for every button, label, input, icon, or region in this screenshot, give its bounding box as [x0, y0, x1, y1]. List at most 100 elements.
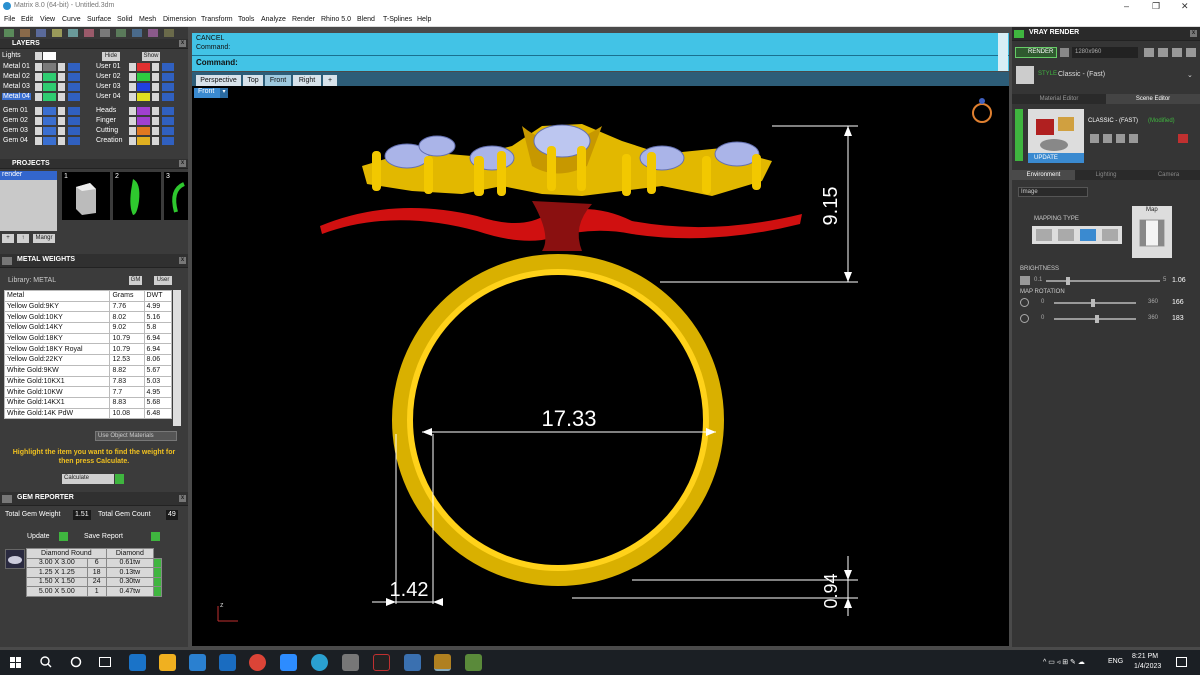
layer-color-swatch[interactable] [43, 93, 56, 101]
layer-visibility-toggle[interactable] [129, 63, 136, 71]
layer-name[interactable]: Gem 03 [2, 127, 29, 134]
windows-start-icon[interactable] [10, 657, 21, 668]
menu-blend[interactable]: Blend [357, 16, 375, 23]
matrix-icon[interactable] [434, 654, 451, 671]
layer-visibility-toggle[interactable] [129, 83, 136, 91]
layer-select-icon[interactable] [68, 93, 80, 101]
frame-icon[interactable] [1172, 48, 1182, 57]
settings-icon[interactable] [1186, 48, 1196, 57]
tab-environment[interactable]: Environment [1012, 170, 1075, 180]
layer-row[interactable]: Gem 02 Finger [0, 116, 188, 126]
mapping-flat-icon[interactable] [1036, 229, 1052, 241]
layer-visibility-toggle[interactable] [35, 93, 42, 101]
preset-tool-icon[interactable] [1103, 134, 1112, 143]
save-report-button[interactable]: Save Report [84, 533, 123, 540]
project-thumb-2[interactable]: 2 [113, 172, 161, 220]
layer-lock-toggle[interactable] [58, 83, 65, 91]
brightness-slider-knob[interactable] [1066, 277, 1070, 285]
close-icon[interactable]: x [1190, 30, 1197, 37]
layer-visibility-toggle[interactable] [35, 107, 42, 115]
column-header[interactable]: Grams [109, 290, 145, 302]
rotation-value-1[interactable]: 166 [1170, 298, 1186, 308]
menu-help[interactable]: Help [417, 16, 431, 23]
layer-name[interactable]: Creation [96, 137, 122, 144]
rotation-slider-1-knob[interactable] [1091, 299, 1095, 307]
project-thumb-3[interactable]: 3 [164, 172, 188, 220]
tab-top[interactable]: Top [243, 75, 263, 86]
search-icon[interactable] [40, 656, 52, 668]
save-go-icon[interactable] [151, 532, 160, 541]
layer-visibility-toggle[interactable] [35, 83, 42, 91]
preset-tool-icon[interactable] [1129, 134, 1138, 143]
table-scrollbar[interactable] [173, 290, 181, 426]
tab-scene-editor[interactable]: Scene Editor [1106, 94, 1200, 104]
layer-lock-toggle[interactable] [152, 137, 159, 145]
tool-icon[interactable] [20, 29, 30, 37]
tab-perspective[interactable]: Perspective [196, 75, 241, 86]
layer-lock-toggle[interactable] [58, 117, 65, 125]
clock-time[interactable]: 8:21 PM [1132, 653, 1158, 660]
layer-row[interactable]: Metal 01 User 01 [0, 62, 188, 72]
gm-button[interactable]: GM [129, 276, 142, 285]
command-prompt[interactable]: Command: [196, 58, 238, 67]
layer-select-icon[interactable] [162, 127, 174, 135]
manager-button[interactable]: Mangr [33, 234, 55, 243]
table-row[interactable]: Yellow Gold:14KY 9.02 5.8 [3, 322, 173, 334]
table-row[interactable]: White Gold:14K PdW 10.08 6.48 [3, 407, 173, 420]
app-icon[interactable] [311, 654, 328, 671]
layer-lock-toggle[interactable] [152, 83, 159, 91]
layer-color-swatch[interactable] [43, 107, 56, 115]
table-row[interactable]: Yellow Gold:18KY 10.79 6.94 [3, 332, 173, 345]
app-icon[interactable] [373, 654, 390, 671]
layer-lock-toggle[interactable] [152, 93, 159, 101]
layer-visibility-toggle[interactable] [35, 137, 42, 145]
close-icon[interactable]: x [179, 40, 186, 47]
layer-color-swatch[interactable] [137, 127, 150, 135]
render-button[interactable]: RENDER [1015, 47, 1057, 58]
layer-name[interactable]: Metal 03 [2, 83, 31, 90]
update-button[interactable]: Update [27, 533, 50, 540]
hide-button[interactable]: Hide [102, 52, 120, 61]
app-icon[interactable] [465, 654, 482, 671]
minimize-icon[interactable]: – [1124, 1, 1129, 11]
layer-lock-toggle[interactable] [152, 107, 159, 115]
row-go-icon[interactable] [153, 586, 162, 597]
layer-select-icon[interactable] [68, 83, 80, 91]
preset-tool-icon[interactable] [1090, 134, 1099, 143]
layer-select-icon[interactable] [162, 83, 174, 91]
chrome-icon[interactable] [249, 654, 266, 671]
tool-icon[interactable] [68, 29, 78, 37]
menu-tsplines[interactable]: T-Splines [383, 16, 412, 23]
layer-color-swatch[interactable] [43, 63, 56, 71]
layer-visibility-toggle[interactable] [129, 93, 136, 101]
table-row[interactable]: 5.00 X 5.00 1 0.47tw [26, 586, 162, 597]
layer-visibility-toggle[interactable] [35, 127, 42, 135]
layer-lock-toggle[interactable] [152, 117, 159, 125]
close-icon[interactable]: x [179, 495, 186, 502]
layer-visibility-toggle[interactable] [35, 117, 42, 125]
table-row[interactable]: Yellow Gold:9KY 7.76 4.99 [3, 300, 173, 313]
layer-color-swatch[interactable] [137, 117, 150, 125]
row-go-icon[interactable] [153, 557, 162, 568]
table-row[interactable]: 1.25 X 1.25 18 0.13tw [26, 567, 162, 578]
layer-row[interactable]: Metal 02 User 02 [0, 72, 188, 82]
use-object-materials-dropdown[interactable]: Use Object Materials [95, 431, 177, 441]
layer-name[interactable]: User 04 [96, 93, 121, 100]
layer-color-swatch[interactable] [43, 83, 56, 91]
layer-lock-toggle[interactable] [58, 63, 65, 71]
menu-rhino[interactable]: Rhino 5.0 [321, 16, 351, 23]
show-button[interactable]: Show [142, 52, 160, 61]
project-item-render[interactable]: render [0, 171, 57, 180]
menu-view[interactable]: View [40, 16, 55, 23]
layer-lock-toggle[interactable] [58, 107, 65, 115]
layer-name[interactable]: Cutting [96, 127, 118, 134]
save-icon[interactable] [1144, 48, 1154, 57]
menu-mesh[interactable]: Mesh [139, 16, 156, 23]
tab-front[interactable]: Front [265, 75, 291, 86]
layer-visibility-toggle[interactable] [129, 117, 136, 125]
tool-icon[interactable] [164, 29, 174, 37]
layer-select-icon[interactable] [68, 107, 80, 115]
tool-icon[interactable] [52, 29, 62, 37]
user-button[interactable]: User [154, 276, 172, 285]
layer-lock-toggle[interactable] [58, 127, 65, 135]
